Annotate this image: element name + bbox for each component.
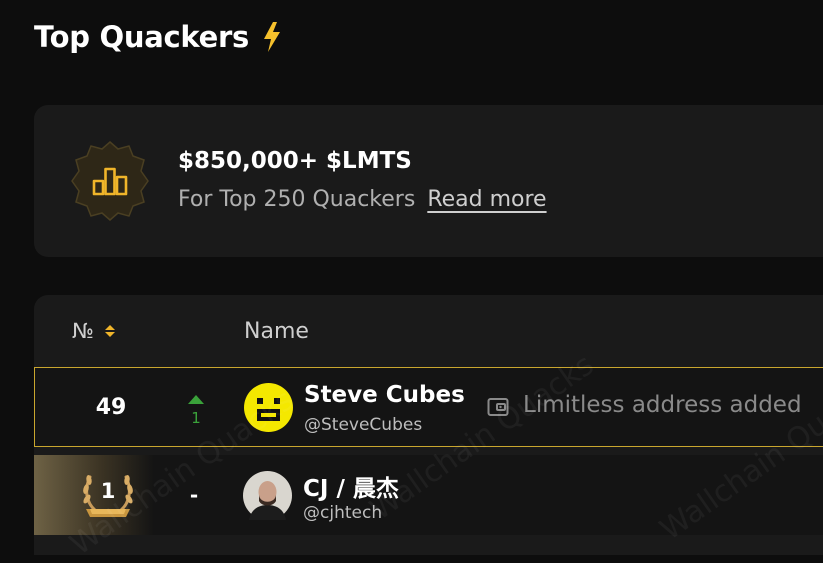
wallet-icon [487,398,509,416]
rank-change: 1 [191,409,201,427]
current-user-row[interactable]: 49 1 Steve Cubes @SteveCubes Limitless a… [34,367,823,447]
rank-up-arrow-icon [188,395,204,404]
user-handle[interactable]: @cjhtech [303,503,382,523]
user-handle[interactable]: @SteveCubes [304,415,422,435]
reward-subtitle: For Top 250 Quackers Read more [178,187,547,212]
user-name[interactable]: CJ / 晨杰 [303,469,399,503]
name-column-header: Name [244,319,309,344]
page-title: Top Quackers [34,20,283,54]
rank-number: 1 [100,479,116,503]
user-name[interactable]: Steve Cubes [304,382,465,408]
rewards-banner: $850,000+ $LMTS For Top 250 Quackers Read… [34,105,823,257]
table-row[interactable]: 1 - CJ / 晨杰 @cjhtech [34,455,823,535]
rank-change: - [189,483,199,507]
leaderboard-table: № Name 49 1 Steve Cubes @SteveCubes Limi [34,295,823,555]
rank-column-header[interactable]: № [72,319,116,343]
leaderboard-badge-icon [71,141,149,221]
page-title-text: Top Quackers [34,20,249,54]
sort-icon[interactable] [104,323,116,339]
rank-number: 49 [95,395,127,420]
avatar[interactable] [244,383,293,432]
lightning-bolt-icon [263,22,280,52]
avatar[interactable] [243,471,292,520]
wallet-status: Limitless address added [523,392,802,418]
reward-subtitle-text: For Top 250 Quackers [178,187,416,212]
rank-column-label: № [72,319,94,343]
reward-amount: $850,000+ $LMTS [178,148,412,174]
read-more-link[interactable]: Read more [427,187,546,212]
